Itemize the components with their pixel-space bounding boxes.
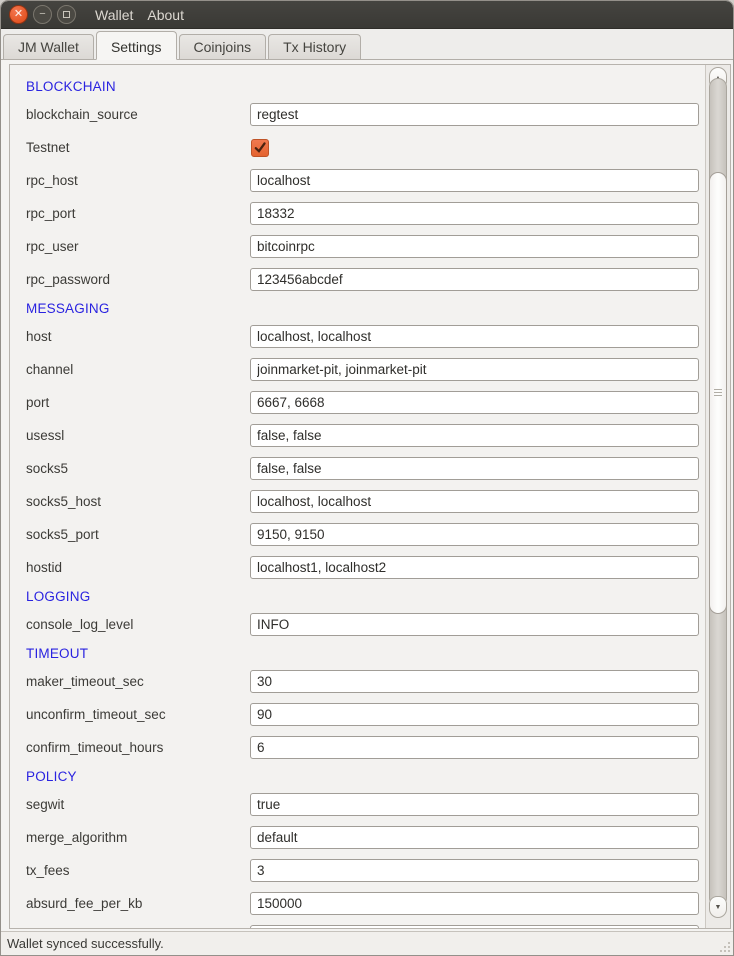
settings-row: Testnet <box>10 131 705 164</box>
section-title-logging: LOGGING <box>10 584 705 608</box>
field-label-usessl: usessl <box>26 428 64 443</box>
field-input-absurd-fee-per-kb[interactable] <box>250 892 699 915</box>
settings-row: absurd_fee_per_kb <box>10 887 705 920</box>
close-icon[interactable]: ✕ <box>9 5 28 24</box>
settings-row: blockchain_source <box>10 98 705 131</box>
field-label-console-log-level: console_log_level <box>26 617 133 632</box>
field-input-merge-algorithm[interactable] <box>250 826 699 849</box>
field-label-confirm-timeout-hours: confirm_timeout_hours <box>26 740 163 755</box>
settings-row: rpc_user <box>10 230 705 263</box>
field-input-hostid[interactable] <box>250 556 699 579</box>
field-label-host: host <box>26 329 52 344</box>
checkmark-icon <box>253 141 267 155</box>
scroll-down-icon[interactable]: ▼ <box>709 896 727 918</box>
scrollbar-grip <box>714 389 722 398</box>
settings-row: confirm_timeout_hours <box>10 731 705 764</box>
titlebar: ✕ − Wallet About <box>1 1 733 29</box>
section-title-timeout: TIMEOUT <box>10 641 705 665</box>
vertical-scrollbar[interactable]: ▲ ▼ <box>705 65 730 928</box>
settings-row: socks5_host <box>10 485 705 518</box>
tab-bar: JM Wallet Settings Coinjoins Tx History <box>1 29 733 59</box>
settings-row: merge_algorithm <box>10 821 705 854</box>
field-input-tx-fees[interactable] <box>250 859 699 882</box>
field-label-channel: channel <box>26 362 73 377</box>
field-label-segwit: segwit <box>26 797 64 812</box>
field-label-unconfirm-timeout-sec: unconfirm_timeout_sec <box>26 707 166 722</box>
section-title-policy: POLICY <box>10 764 705 788</box>
field-input-console-log-level[interactable] <box>250 613 699 636</box>
field-label-rpc-host: rpc_host <box>26 173 78 188</box>
field-input-socks5[interactable] <box>250 457 699 480</box>
status-bar: Wallet synced successfully. <box>1 931 733 955</box>
field-input-socks5-port[interactable] <box>250 523 699 546</box>
field-input-usessl[interactable] <box>250 424 699 447</box>
settings-row: console_log_level <box>10 608 705 641</box>
field-input-host[interactable] <box>250 325 699 348</box>
field-input-confirm-timeout-hours[interactable] <box>250 736 699 759</box>
field-label-rpc-user: rpc_user <box>26 239 79 254</box>
tab-tx-history[interactable]: Tx History <box>268 34 361 59</box>
settings-scroll-area: BLOCKCHAIN blockchain_source Testnet rpc_ho… <box>9 64 731 929</box>
settings-row-partial <box>10 920 705 928</box>
settings-row: hostid <box>10 551 705 584</box>
field-label-maker-timeout-sec: maker_timeout_sec <box>26 674 144 689</box>
minimize-icon[interactable]: − <box>33 5 52 24</box>
status-message: Wallet synced successfully. <box>7 936 164 951</box>
field-input-rpc-host[interactable] <box>250 169 699 192</box>
field-label-tx-fees: tx_fees <box>26 863 70 878</box>
field-input-unconfirm-timeout-sec[interactable] <box>250 703 699 726</box>
checkbox-testnet[interactable] <box>251 139 269 157</box>
field-input-port[interactable] <box>250 391 699 414</box>
settings-form: BLOCKCHAIN blockchain_source Testnet rpc_ho… <box>10 65 705 928</box>
field-label-absurd-fee-per-kb: absurd_fee_per_kb <box>26 896 142 911</box>
field-label-socks5: socks5 <box>26 461 68 476</box>
section-title-blockchain: BLOCKCHAIN <box>10 74 705 98</box>
settings-row: usessl <box>10 419 705 452</box>
field-input-partial[interactable] <box>250 925 699 928</box>
field-input-rpc-password[interactable] <box>250 268 699 291</box>
settings-row: rpc_port <box>10 197 705 230</box>
field-input-blockchain-source[interactable] <box>250 103 699 126</box>
settings-row: rpc_host <box>10 164 705 197</box>
settings-row: channel <box>10 353 705 386</box>
field-input-maker-timeout-sec[interactable] <box>250 670 699 693</box>
settings-row: maker_timeout_sec <box>10 665 705 698</box>
wallet-window: ✕ − Wallet About JM Wallet Settings Coin… <box>0 0 734 956</box>
tab-settings[interactable]: Settings <box>96 31 177 60</box>
field-input-socks5-host[interactable] <box>250 490 699 513</box>
field-label-testnet: Testnet <box>26 140 70 155</box>
field-input-channel[interactable] <box>250 358 699 381</box>
scrollbar-thumb[interactable] <box>709 172 727 614</box>
tab-coinjoins[interactable]: Coinjoins <box>179 34 267 59</box>
maximize-icon[interactable] <box>57 5 76 24</box>
field-input-segwit[interactable] <box>250 793 699 816</box>
settings-row: unconfirm_timeout_sec <box>10 698 705 731</box>
settings-row: socks5 <box>10 452 705 485</box>
field-label-merge-algorithm: merge_algorithm <box>26 830 127 845</box>
field-label-rpc-password: rpc_password <box>26 272 110 287</box>
field-label-blockchain-source: blockchain_source <box>26 107 138 122</box>
field-label-rpc-port: rpc_port <box>26 206 76 221</box>
tab-jm-wallet[interactable]: JM Wallet <box>3 34 94 59</box>
settings-pane: BLOCKCHAIN blockchain_source Testnet rpc_ho… <box>1 59 733 931</box>
field-label-hostid: hostid <box>26 560 62 575</box>
settings-row: segwit <box>10 788 705 821</box>
settings-row: host <box>10 320 705 353</box>
menu-wallet[interactable]: Wallet <box>95 7 133 23</box>
settings-row: port <box>10 386 705 419</box>
field-label-port: port <box>26 395 49 410</box>
settings-row: socks5_port <box>10 518 705 551</box>
field-label-socks5-host: socks5_host <box>26 494 101 509</box>
settings-row: rpc_password <box>10 263 705 296</box>
field-input-rpc-user[interactable] <box>250 235 699 258</box>
menu-about[interactable]: About <box>147 7 184 23</box>
settings-row: tx_fees <box>10 854 705 887</box>
field-input-rpc-port[interactable] <box>250 202 699 225</box>
resize-grip-icon[interactable] <box>718 940 730 952</box>
field-label-socks5-port: socks5_port <box>26 527 99 542</box>
section-title-messaging: MESSAGING <box>10 296 705 320</box>
